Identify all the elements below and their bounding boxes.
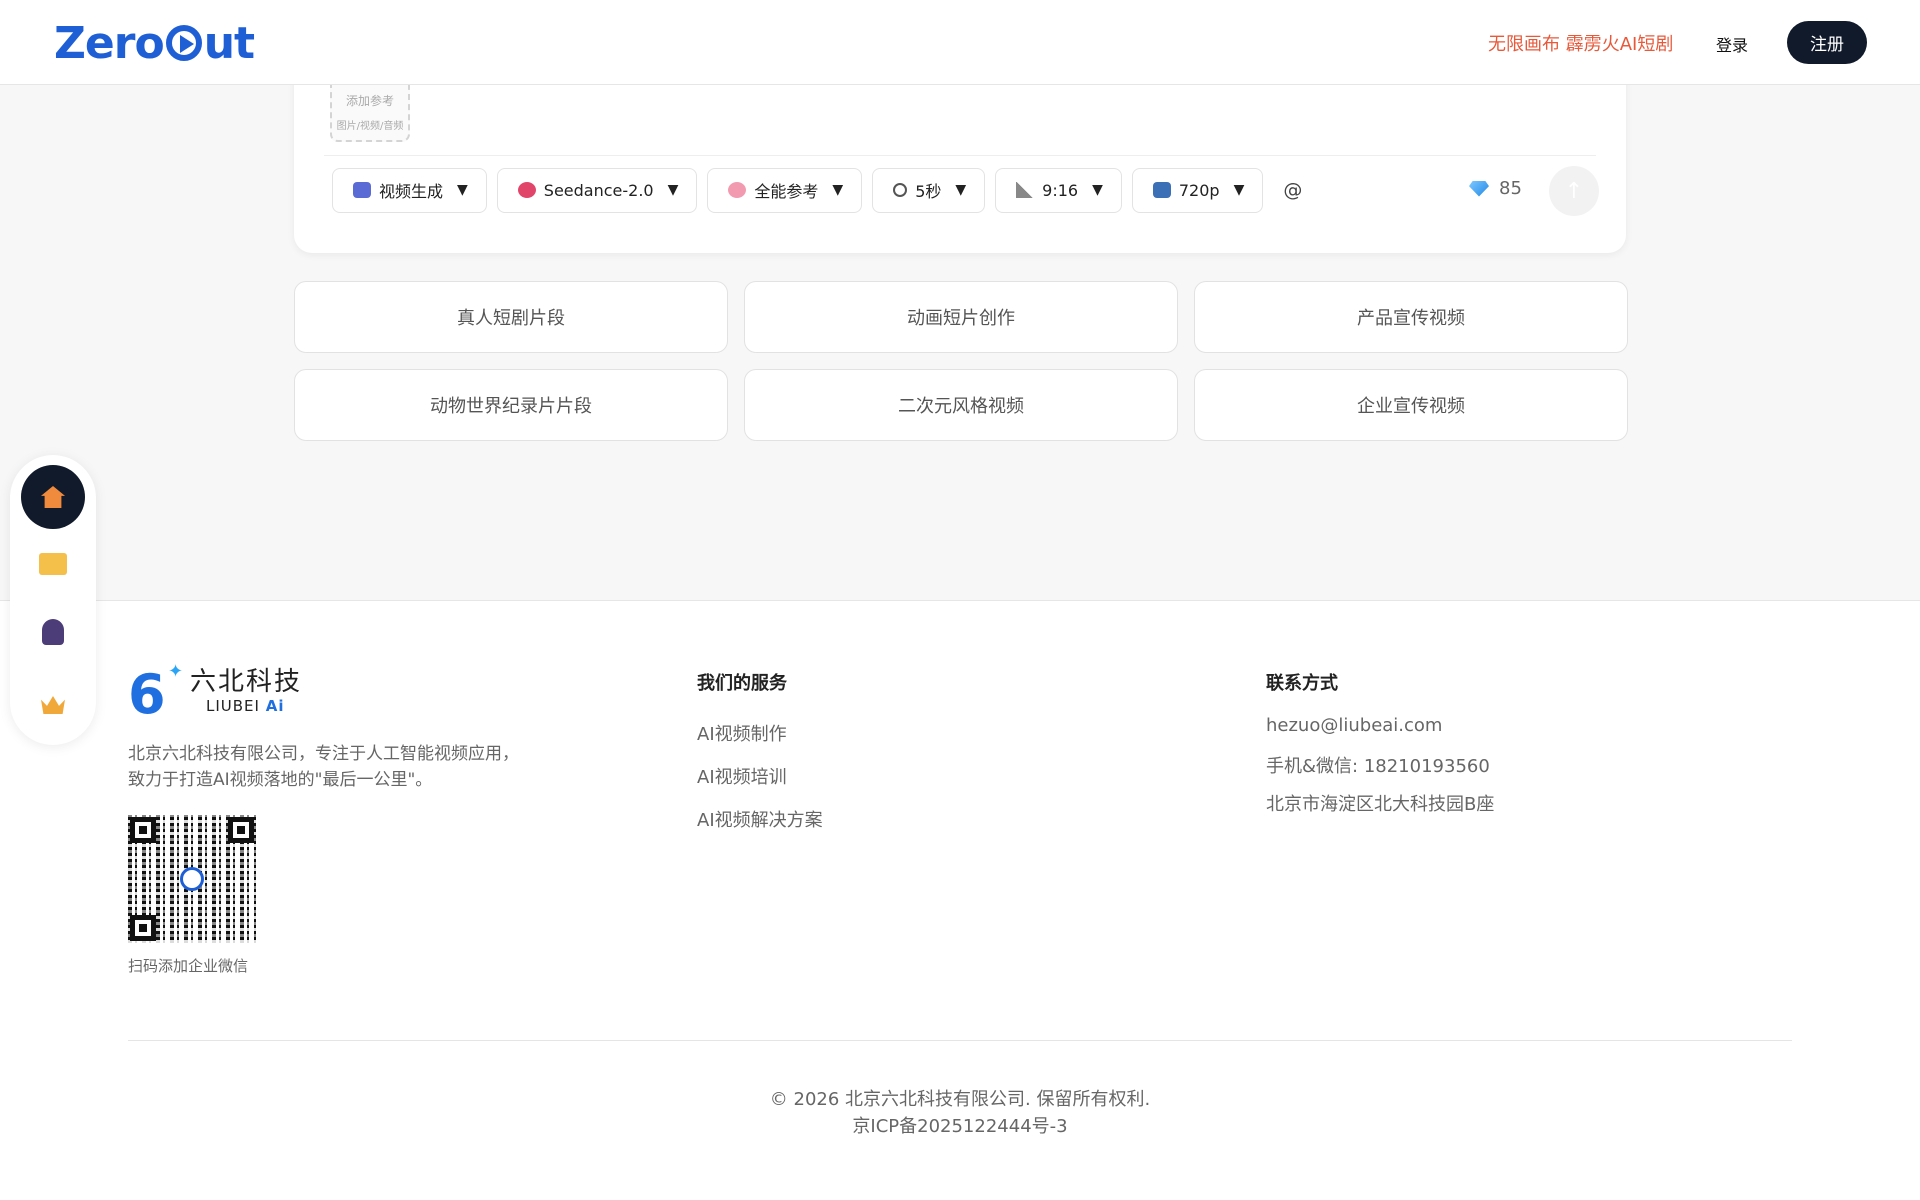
folder-icon — [39, 553, 67, 575]
qr-finder — [130, 915, 156, 941]
liubei-logo: 6 ✦ 六北科技 LIUBEI Ai — [128, 661, 303, 726]
zerocut-logo[interactable]: Zero ut — [54, 18, 255, 69]
home-icon — [41, 486, 65, 508]
template-button[interactable]: 产品宣传视频 — [1194, 281, 1628, 353]
template-button[interactable]: 二次元风格视频 — [744, 369, 1178, 441]
play-icon — [165, 25, 202, 61]
footer-divider — [128, 1040, 1792, 1041]
service-link[interactable]: AI视频制作 — [697, 720, 787, 746]
arrow-up-icon: ↑ — [1564, 178, 1584, 204]
icp-number[interactable]: 京ICP备2025122444号-3 — [0, 1112, 1920, 1138]
send-button[interactable]: ↑ — [1549, 166, 1599, 216]
tv-icon — [1152, 182, 1171, 198]
robot-icon — [353, 182, 371, 198]
brand-en: LIUBEI — [206, 697, 260, 715]
side-dock — [10, 455, 96, 745]
caret-down-icon: ▼ — [1092, 182, 1103, 198]
ratio-icon — [1016, 182, 1035, 198]
promo-link[interactable]: 无限画布 霹雳火AI短剧 — [1488, 30, 1673, 56]
brain-icon — [728, 182, 747, 198]
target-icon — [517, 182, 536, 198]
mode-label: 视频生成 — [379, 182, 444, 201]
resolution-select[interactable]: 720p ▼ — [1131, 167, 1264, 213]
dock-profile[interactable] — [21, 600, 85, 664]
contact-title: 联系方式 — [1266, 673, 1338, 694]
composer-toolbar: 视频生成 ▼ Seedance-2.0 ▼ 全能参考 ▼ 5秒 ▼ 9:16 ▼… — [332, 167, 1302, 213]
add-reference-label: 添加参考 — [345, 94, 394, 108]
caret-down-icon: ▼ — [667, 182, 679, 198]
ratio-label: 9:16 — [1042, 180, 1079, 200]
user-icon — [42, 619, 64, 645]
dock-vip[interactable] — [21, 673, 85, 737]
template-button[interactable]: 真人短剧片段 — [294, 281, 728, 353]
desc-line: 北京六北科技有限公司，专注于人工智能视频应用， — [128, 744, 519, 764]
register-button[interactable]: 注册 — [1787, 21, 1867, 64]
caret-down-icon: ▼ — [955, 182, 967, 198]
reference-mode-label: 全能参考 — [754, 182, 819, 201]
contact-address: 北京市海淀区北大科技园B座 — [1266, 794, 1495, 815]
duration-label: 5秒 — [915, 182, 942, 201]
brand-ai: Ai — [265, 697, 285, 715]
qr-caption: 扫码添加企业微信 — [128, 957, 249, 975]
caret-down-icon: ▼ — [1233, 182, 1245, 198]
qr-finder — [130, 817, 156, 843]
top-header: Zero ut 无限画布 霹雳火AI短剧 登录 注册 — [0, 0, 1920, 85]
contact-phone: 手机&微信: 18210193560 — [1266, 756, 1490, 777]
site-footer: 6 ✦ 六北科技 LIUBEI Ai 北京六北科技有限公司，专注于人工智能视频应用… — [0, 600, 1920, 1200]
services-title: 我们的服务 — [697, 673, 787, 694]
resolution-label: 720p — [1178, 180, 1220, 200]
model-label: Seedance-2.0 — [543, 180, 654, 200]
qr-logo-icon — [180, 867, 204, 891]
service-link[interactable]: AI视频解决方案 — [697, 806, 823, 832]
liubei-mark-icon: 6 ✦ — [128, 661, 184, 726]
desc-line: 致力于打造AI视频落地的"最后一公里"。 — [128, 770, 433, 790]
caret-down-icon: ▼ — [457, 182, 468, 198]
mode-select[interactable]: 视频生成 ▼ — [332, 167, 487, 213]
diamond-icon — [1469, 180, 1489, 197]
divider — [324, 155, 1596, 156]
dock-projects[interactable] — [21, 532, 85, 596]
ratio-select[interactable]: 9:16 ▼ — [995, 167, 1122, 213]
template-button[interactable]: 动物世界纪录片片段 — [294, 369, 728, 441]
credits-display: 85 — [1469, 178, 1522, 199]
duration-select[interactable]: 5秒 ▼ — [872, 167, 986, 213]
dock-home[interactable] — [21, 465, 85, 529]
brand-name: 六北科技 — [190, 667, 303, 697]
mention-button[interactable]: @ — [1283, 179, 1302, 201]
model-select[interactable]: Seedance-2.0 ▼ — [496, 167, 698, 213]
service-link[interactable]: AI视频培训 — [697, 763, 787, 789]
contact-email[interactable]: hezuo@liubeai.com — [1266, 715, 1442, 736]
stopwatch-icon — [893, 183, 908, 197]
company-description: 北京六北科技有限公司，专注于人工智能视频应用， 致力于打造AI视频落地的"最后一… — [128, 741, 568, 793]
template-button[interactable]: 企业宣传视频 — [1194, 369, 1628, 441]
credits-value: 85 — [1499, 178, 1522, 199]
copyright: © 2026 北京六北科技有限公司. 保留所有权利. — [769, 1089, 1151, 1110]
qr-finder — [228, 817, 254, 843]
caret-down-icon: ▼ — [832, 182, 844, 198]
template-button[interactable]: 动画短片创作 — [744, 281, 1178, 353]
add-reference-hint: 图片/视频/音频 — [336, 121, 404, 132]
reference-mode-select[interactable]: 全能参考 ▼ — [707, 167, 863, 213]
crown-icon — [41, 696, 65, 714]
login-link[interactable]: 登录 — [1716, 32, 1748, 56]
